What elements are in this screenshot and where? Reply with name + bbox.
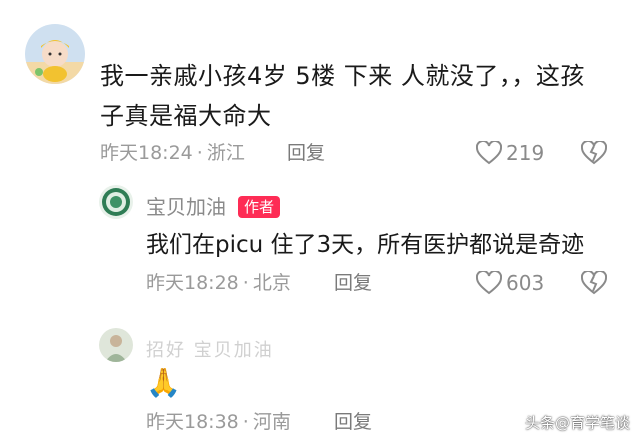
separator-dot: · (242, 411, 249, 433)
photo-avatar-icon (99, 328, 133, 362)
reply-location: 北京 (252, 272, 291, 294)
broken-heart-icon (580, 139, 608, 165)
praying-hands-emoji: 🙏 (146, 366, 181, 399)
reply-username[interactable]: 宝贝加油 (146, 194, 226, 220)
reply-username-obscured: 招好 宝贝加油 (146, 340, 274, 361)
heart-icon (476, 271, 502, 295)
heart-icon (476, 141, 502, 165)
comment-text: 我一亲戚小孩4岁 5楼 下来 人就没了，，这孩 子真是福大命大 (100, 56, 620, 136)
reply-location: 河南 (252, 411, 291, 433)
reply-meta: 昨天18:28 · 北京 (146, 270, 291, 296)
like-count: 219 (506, 141, 545, 165)
dislike-button[interactable] (580, 269, 608, 299)
dislike-button[interactable] (580, 139, 608, 169)
avatar[interactable] (25, 24, 85, 84)
reply-button[interactable]: 回复 (334, 270, 372, 296)
avatar[interactable] (99, 328, 133, 362)
like-count: 603 (506, 271, 545, 295)
comment-time: 昨天18:24 (100, 142, 193, 164)
like-button[interactable]: 603 (476, 271, 544, 295)
comment-text-line1: 我一亲戚小孩4岁 5楼 下来 人就没了，，这孩 (100, 62, 585, 90)
like-button[interactable]: 219 (476, 141, 544, 165)
separator-dot: · (242, 272, 249, 294)
comment-meta: 昨天18:24 · 浙江 (100, 140, 245, 166)
broken-heart-icon (580, 269, 608, 295)
reply-time: 昨天18:28 (146, 272, 239, 294)
reply-meta: 昨天18:38 · 河南 (146, 409, 291, 435)
green-circle-avatar-icon (99, 185, 133, 219)
comment-text-line2: 子真是福大命大 (100, 102, 272, 130)
separator-dot: · (196, 142, 203, 164)
watermark: 头条@育学笔谈 (525, 412, 630, 433)
baby-avatar-icon (25, 24, 85, 84)
reply-button[interactable]: 回复 (334, 409, 372, 435)
reply-time: 昨天18:38 (146, 411, 239, 433)
author-badge: 作者 (238, 196, 281, 218)
watermark-text: 头条@育学笔谈 (524, 414, 630, 432)
reply-button[interactable]: 回复 (287, 140, 325, 166)
avatar[interactable] (99, 185, 133, 219)
comment-location: 浙江 (206, 142, 245, 164)
reply-text: 我们在picu 住了3天，所有医护都说是奇迹 (146, 232, 585, 258)
